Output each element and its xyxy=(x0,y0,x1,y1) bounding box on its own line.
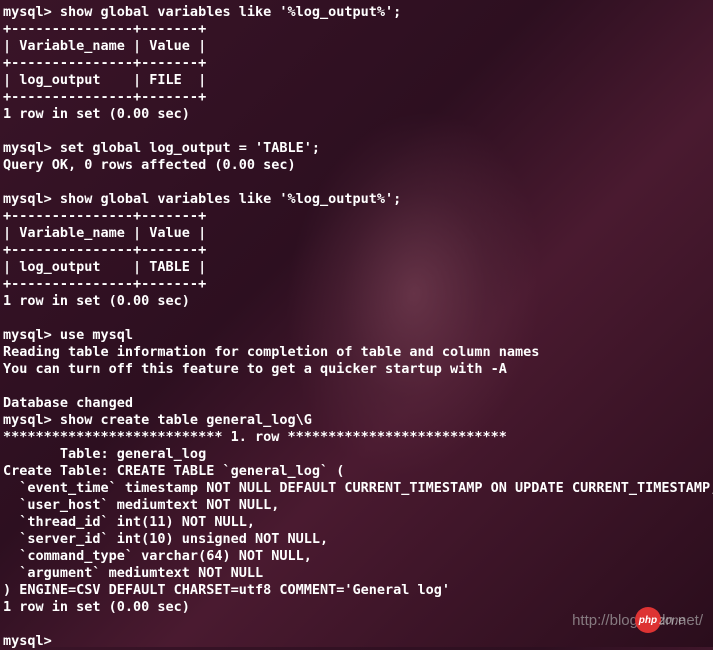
php-logo-suffix: zone xyxy=(659,612,685,629)
php-logo-icon: php xyxy=(635,607,661,633)
terminal-output[interactable]: mysql> show global variables like '%log_… xyxy=(3,4,710,650)
php-logo: php zone xyxy=(635,607,685,633)
